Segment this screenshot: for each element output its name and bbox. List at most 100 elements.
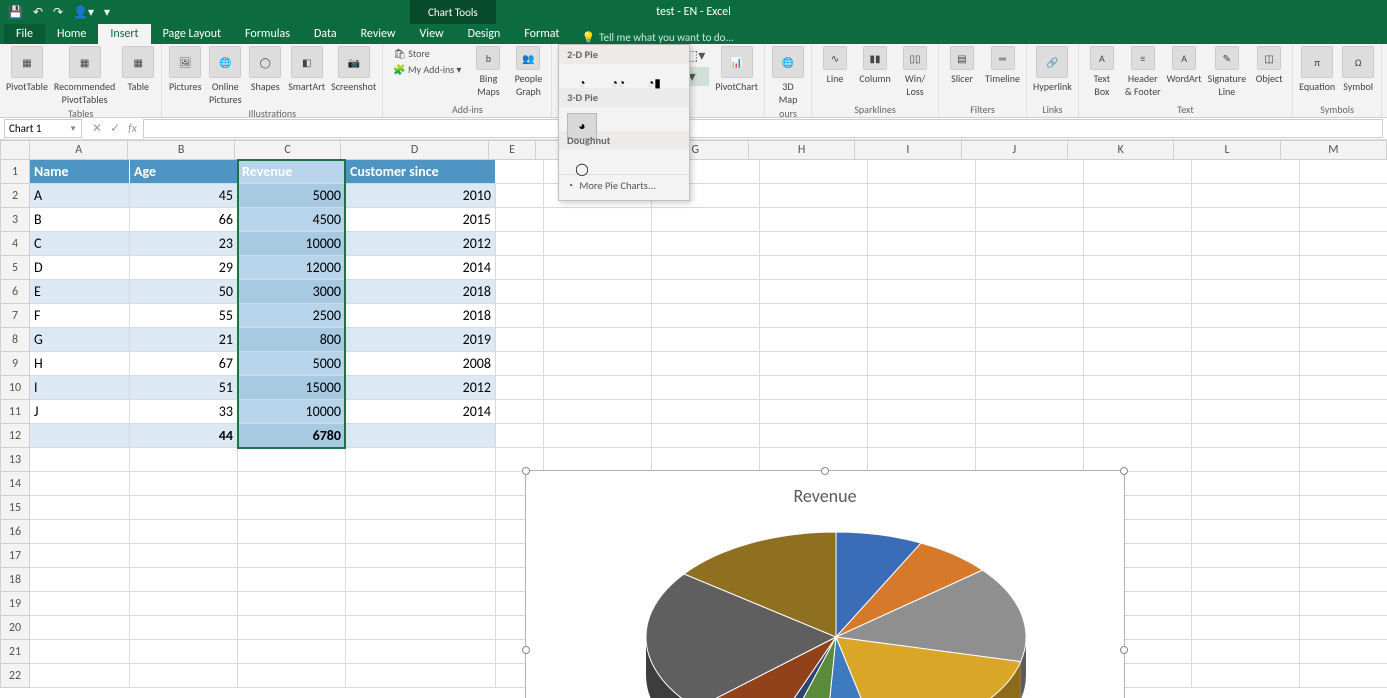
cell[interactable] [976, 232, 1084, 256]
symbol-button[interactable]: ΩSymbol [1341, 46, 1375, 93]
store-button[interactable]: 🛍 Store [389, 46, 465, 61]
sparkline-line-button[interactable]: ∿Line [818, 46, 852, 85]
cell[interactable] [976, 280, 1084, 304]
cell[interactable] [868, 256, 976, 280]
pie-chart[interactable] [636, 527, 1036, 698]
row-header[interactable]: 16 [0, 520, 30, 544]
cell[interactable] [1192, 184, 1300, 208]
cell[interactable] [496, 448, 544, 472]
cell[interactable] [30, 544, 130, 568]
row-header[interactable]: 13 [0, 448, 30, 472]
cell[interactable] [1300, 352, 1387, 376]
cell[interactable] [976, 208, 1084, 232]
cell[interactable] [1300, 160, 1387, 184]
cell[interactable]: 4500 [238, 208, 346, 232]
cell[interactable] [1300, 280, 1387, 304]
cell[interactable] [1300, 304, 1387, 328]
cell[interactable]: 55 [130, 304, 238, 328]
cell[interactable]: 2012 [346, 232, 496, 256]
cell[interactable] [976, 160, 1084, 184]
cell[interactable] [496, 256, 544, 280]
cell[interactable]: B [30, 208, 130, 232]
cell[interactable] [760, 376, 868, 400]
cell[interactable] [1300, 592, 1387, 616]
cell[interactable] [130, 592, 238, 616]
cell[interactable]: Age [130, 160, 238, 184]
chart-title[interactable]: Revenue [526, 485, 1124, 507]
cell[interactable] [238, 496, 346, 520]
column-header[interactable]: J [962, 140, 1068, 160]
cell[interactable] [868, 208, 976, 232]
cell[interactable] [496, 376, 544, 400]
cell[interactable] [1192, 256, 1300, 280]
cell[interactable] [30, 592, 130, 616]
sparkline-winloss-button[interactable]: ▯▯Win/ Loss [898, 46, 932, 98]
timeline-button[interactable]: ═Timeline [985, 46, 1020, 85]
cell[interactable] [760, 304, 868, 328]
cell[interactable] [130, 496, 238, 520]
cell[interactable] [868, 400, 976, 424]
bar-of-pie-button[interactable]: ◔▮ [639, 70, 669, 96]
cell[interactable] [1084, 256, 1192, 280]
cell[interactable]: A [30, 184, 130, 208]
column-header[interactable]: B [128, 140, 234, 160]
cell[interactable] [1300, 208, 1387, 232]
cell[interactable]: 2014 [346, 256, 496, 280]
cell[interactable]: D [30, 256, 130, 280]
cell[interactable]: Name [30, 160, 130, 184]
cell[interactable] [346, 592, 496, 616]
cell[interactable] [1300, 376, 1387, 400]
tab-file[interactable]: File [4, 24, 45, 44]
cell[interactable]: 5000 [238, 184, 346, 208]
cell[interactable]: 2019 [346, 328, 496, 352]
cell[interactable] [1300, 520, 1387, 544]
row-header[interactable]: 10 [0, 376, 30, 400]
cell[interactable] [544, 448, 652, 472]
cell[interactable] [1192, 664, 1300, 688]
pictures-button[interactable]: 🖼Pictures [168, 46, 202, 93]
cell[interactable] [1084, 208, 1192, 232]
cell[interactable] [652, 424, 760, 448]
cell[interactable] [652, 352, 760, 376]
cell[interactable] [868, 328, 976, 352]
bing-maps-button[interactable]: bBing Maps [471, 46, 505, 98]
row-header[interactable]: 21 [0, 640, 30, 664]
cell[interactable] [496, 304, 544, 328]
cell[interactable] [544, 376, 652, 400]
cell[interactable] [1300, 328, 1387, 352]
equation-button[interactable]: πEquation [1299, 46, 1335, 93]
cell[interactable]: 51 [130, 376, 238, 400]
cell[interactable]: 29 [130, 256, 238, 280]
cell[interactable] [976, 328, 1084, 352]
cell[interactable]: 66 [130, 208, 238, 232]
cell[interactable]: 45 [130, 184, 238, 208]
name-box[interactable]: Chart 1▼ [4, 119, 82, 138]
cell[interactable] [238, 616, 346, 640]
resize-handle[interactable] [1120, 646, 1128, 654]
cell[interactable]: 2015 [346, 208, 496, 232]
cell[interactable] [1300, 424, 1387, 448]
row-header[interactable]: 11 [0, 400, 30, 424]
chevron-down-icon[interactable]: ▼ [69, 124, 77, 134]
resize-handle[interactable] [522, 467, 530, 475]
table-button[interactable]: ▦Table [121, 46, 155, 93]
cell[interactable] [30, 496, 130, 520]
row-header[interactable]: 3 [0, 208, 30, 232]
cell[interactable] [130, 448, 238, 472]
cell[interactable] [1192, 400, 1300, 424]
cell[interactable] [346, 520, 496, 544]
cell[interactable] [1300, 568, 1387, 592]
cell[interactable]: J [30, 400, 130, 424]
cell[interactable]: 10000 [238, 232, 346, 256]
tab-design[interactable]: Design [456, 24, 513, 44]
cell[interactable] [1192, 496, 1300, 520]
cancel-icon[interactable]: ✕ [92, 121, 102, 136]
cell[interactable] [238, 448, 346, 472]
cell[interactable]: 6780 [238, 424, 346, 448]
hyperlink-button[interactable]: 🔗Hyperlink [1033, 46, 1072, 93]
cell[interactable]: 2018 [346, 304, 496, 328]
cell[interactable] [760, 352, 868, 376]
cell[interactable] [1084, 400, 1192, 424]
cell[interactable] [1300, 232, 1387, 256]
cell[interactable] [130, 616, 238, 640]
